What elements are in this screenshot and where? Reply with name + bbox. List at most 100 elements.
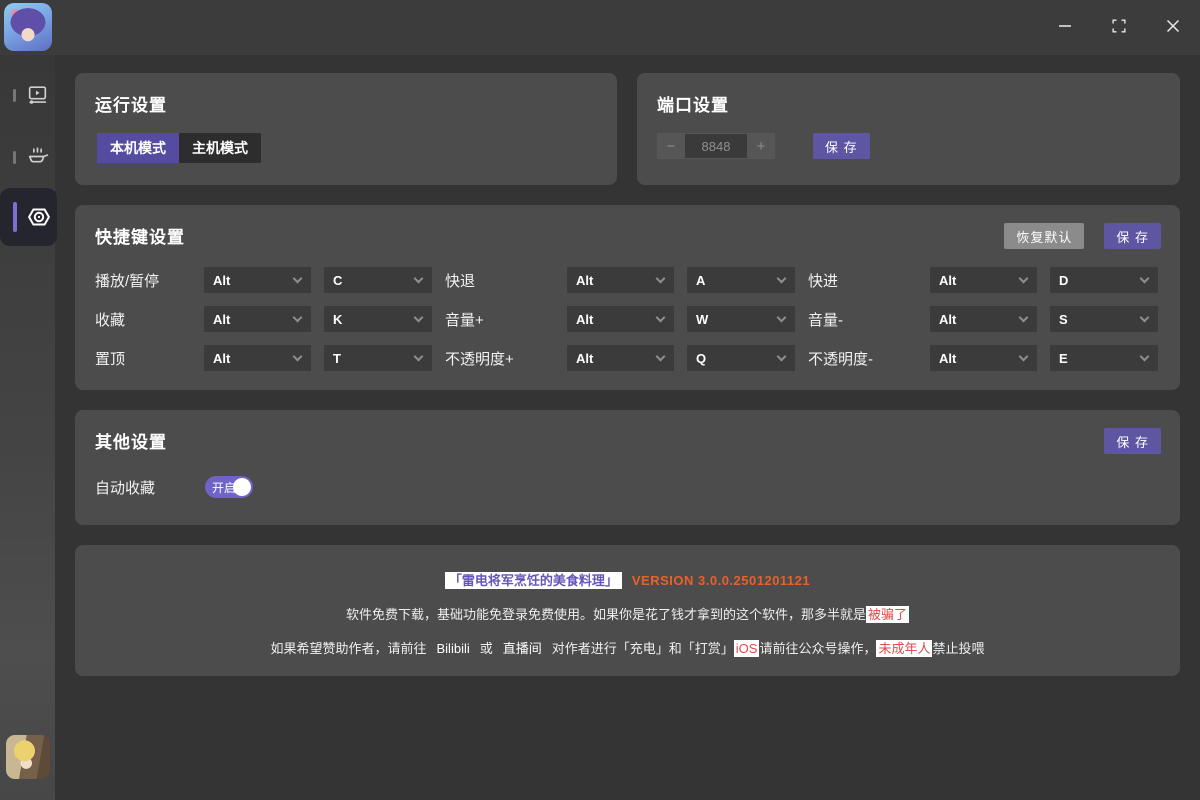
maximize-button[interactable] <box>1104 12 1134 42</box>
sidebar <box>0 55 55 800</box>
hotkey-label: 不透明度+ <box>445 345 554 371</box>
select-value: Alt <box>576 273 593 288</box>
hotkey-key-select[interactable]: W <box>687 306 795 332</box>
about-panel: 「雷电将军烹饪的美食料理」 VERSION 3.0.0.2501201121 软件… <box>75 545 1180 676</box>
port-input[interactable] <box>685 133 747 159</box>
hotkey-actions: 恢复默认 保 存 <box>1004 223 1161 249</box>
auto-favorite-label: 自动收藏 <box>95 477 205 498</box>
select-value: Alt <box>939 312 956 327</box>
live-room-link[interactable]: 直播间 <box>503 641 542 656</box>
hotkey-key-select[interactable]: C <box>324 267 432 293</box>
hotkey-modifier-select[interactable]: Alt <box>567 267 674 293</box>
chevron-down-icon <box>1019 352 1029 362</box>
hotkey-label: 不透明度- <box>808 345 917 371</box>
select-value: K <box>333 312 342 327</box>
chevron-down-icon <box>414 313 424 323</box>
free-text: 软件免费下载，基础功能免登录免费使用。如果你是花了钱才拿到的这个软件，那多半就是 <box>346 607 866 622</box>
other-settings-title: 其他设置 <box>95 428 167 453</box>
other-save-button[interactable]: 保 存 <box>1104 428 1161 454</box>
auto-favorite-toggle[interactable]: 开启 <box>205 476 253 498</box>
chevron-down-icon <box>293 274 303 284</box>
titlebar <box>0 0 1200 55</box>
chevron-down-icon <box>414 274 424 284</box>
hotkey-modifier-select[interactable]: Alt <box>930 306 1037 332</box>
maximize-icon <box>1109 16 1129 39</box>
select-value: Alt <box>576 312 593 327</box>
close-button[interactable] <box>1158 12 1188 42</box>
chevron-down-icon <box>1140 274 1150 284</box>
hotkey-key-select[interactable]: K <box>324 306 432 332</box>
hotkey-label: 音量+ <box>445 306 554 332</box>
hotkey-key-select[interactable]: E <box>1050 345 1158 371</box>
minimize-button[interactable] <box>1050 12 1080 42</box>
chevron-down-icon <box>656 352 666 362</box>
hotkey-modifier-select[interactable]: Alt <box>930 345 1037 371</box>
hotkey-key-select[interactable]: Q <box>687 345 795 371</box>
select-value: D <box>1059 273 1068 288</box>
restore-defaults-button[interactable]: 恢复默认 <box>1004 223 1084 249</box>
monitor-play-icon <box>25 83 50 108</box>
chevron-down-icon <box>777 352 787 362</box>
chevron-down-icon <box>1019 274 1029 284</box>
hotkey-modifier-select[interactable]: Alt <box>204 267 311 293</box>
app-logo-avatar <box>4 3 52 51</box>
sponsor-text: 如果希望赞助作者，请前往 <box>270 641 426 656</box>
select-value: Alt <box>213 312 230 327</box>
hotkey-label: 快进 <box>808 267 917 293</box>
run-settings-panel: 运行设置 本机模式 主机模式 <box>75 73 617 185</box>
chevron-down-icon <box>1140 313 1150 323</box>
run-mode-tabs: 本机模式 主机模式 <box>97 133 261 163</box>
sponsor-after-text: 请前往公众号操作， <box>759 641 876 656</box>
hotkey-key-select[interactable]: T <box>324 345 432 371</box>
port-row: − + 保 存 <box>657 133 870 159</box>
about-line-free: 软件免费下载，基础功能免登录免费使用。如果你是花了钱才拿到的这个软件，那多半就是… <box>75 605 1180 624</box>
select-value: Alt <box>939 273 956 288</box>
user-avatar[interactable] <box>6 735 50 779</box>
port-settings-panel: 端口设置 − + 保 存 <box>637 73 1180 185</box>
select-value: E <box>1059 351 1068 366</box>
sponsor-end-text: 禁止投喂 <box>932 641 984 656</box>
select-value: Q <box>696 351 706 366</box>
version-text: VERSION 3.0.0.2501201121 <box>632 573 810 588</box>
ios-highlight: iOS <box>734 640 760 657</box>
chevron-down-icon <box>414 352 424 362</box>
tab-local-mode[interactable]: 本机模式 <box>97 133 179 163</box>
chevron-down-icon <box>1140 352 1150 362</box>
hotkey-label: 快退 <box>445 267 554 293</box>
hotkey-key-select[interactable]: S <box>1050 306 1158 332</box>
close-icon <box>1162 15 1184 40</box>
hotkey-modifier-select[interactable]: Alt <box>567 306 674 332</box>
port-save-button[interactable]: 保 存 <box>813 133 870 159</box>
chevron-down-icon <box>777 274 787 284</box>
gear-icon <box>25 203 53 231</box>
minimize-icon <box>1054 15 1076 40</box>
hotkey-settings-panel: 快捷键设置 恢复默认 保 存 播放/暂停 Alt C 快退 Alt A 快进 A… <box>75 205 1180 390</box>
port-increment-button[interactable]: + <box>747 133 775 159</box>
hotkey-modifier-select[interactable]: Alt <box>567 345 674 371</box>
sidebar-item-player[interactable] <box>0 77 55 113</box>
sidebar-item-cooking[interactable] <box>0 139 55 175</box>
hotkey-modifier-select[interactable]: Alt <box>204 345 311 371</box>
about-line-sponsor: 如果希望赞助作者，请前往Bilibili或直播间对作者进行「充电」和「打赏」iO… <box>75 639 1180 658</box>
hotkey-modifier-select[interactable]: Alt <box>930 267 1037 293</box>
cooking-pan-icon <box>25 145 50 170</box>
port-decrement-button[interactable]: − <box>657 133 685 159</box>
chevron-down-icon <box>656 274 666 284</box>
chevron-down-icon <box>293 313 303 323</box>
auto-favorite-row: 自动收藏 开启 <box>95 476 253 498</box>
tab-host-mode[interactable]: 主机模式 <box>179 133 261 163</box>
sidebar-item-settings[interactable] <box>0 188 57 246</box>
chevron-down-icon <box>777 313 787 323</box>
hotkey-label: 播放/暂停 <box>95 267 191 293</box>
inactive-indicator <box>13 89 16 102</box>
hotkey-key-select[interactable]: D <box>1050 267 1158 293</box>
hotkey-key-select[interactable]: A <box>687 267 795 293</box>
hotkey-save-button[interactable]: 保 存 <box>1104 223 1161 249</box>
run-settings-title: 运行设置 <box>95 91 167 116</box>
hotkey-modifier-select[interactable]: Alt <box>204 306 311 332</box>
hotkey-grid: 播放/暂停 Alt C 快退 Alt A 快进 Alt D 收藏 Alt K 音… <box>95 267 1158 371</box>
toggle-knob <box>233 478 251 496</box>
bilibili-link[interactable]: Bilibili <box>437 641 470 656</box>
hotkey-label: 音量- <box>808 306 917 332</box>
app-name-chip: 「雷电将军烹饪的美食料理」 <box>445 572 622 589</box>
